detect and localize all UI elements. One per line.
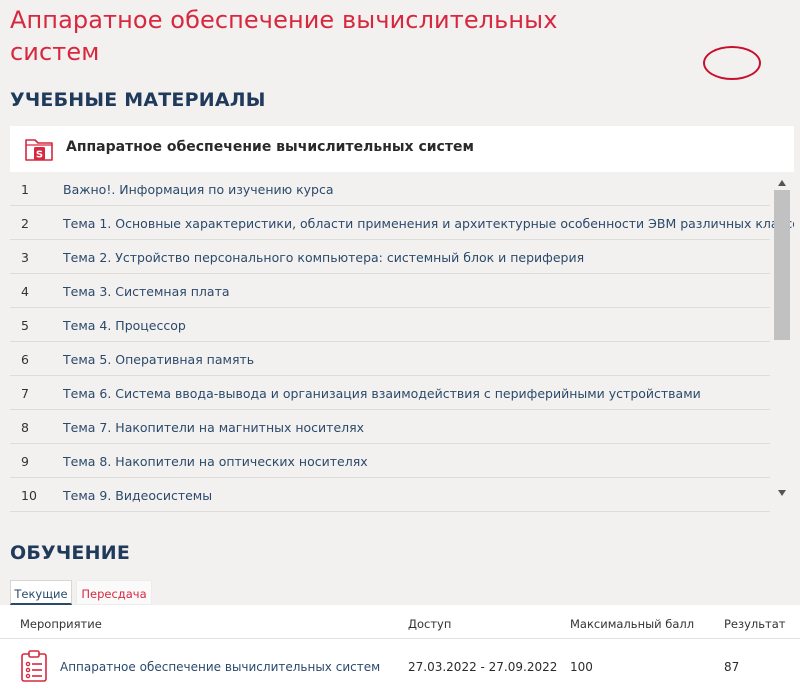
course-title: Аппаратное обеспечение вычислительных си… — [66, 139, 474, 155]
item-link[interactable]: Тема 3. Системная плата — [63, 284, 230, 299]
item-number: 3 — [21, 250, 29, 265]
event-link[interactable]: Аппаратное обеспечение вычислительных си… — [60, 660, 380, 674]
item-number: 1 — [21, 182, 29, 197]
item-number: 9 — [21, 454, 29, 469]
list-scrollbar[interactable] — [774, 172, 794, 516]
col-max-score: Максимальный балл — [570, 617, 695, 631]
page-title: Аппаратное обеспечение вычислительных си… — [10, 6, 558, 66]
item-number: 4 — [21, 284, 29, 299]
tab-current[interactable]: Текущие — [10, 580, 72, 605]
scroll-down-arrow-icon[interactable] — [778, 490, 786, 496]
item-link[interactable]: Тема 6. Система ввода-вывода и организац… — [63, 386, 701, 401]
item-number: 10 — [21, 488, 37, 503]
item-link[interactable]: Тема 9. Видеосистемы — [63, 488, 212, 503]
col-event: Мероприятие — [20, 617, 102, 631]
max-score: 100 — [570, 660, 593, 674]
item-link[interactable]: Тема 7. Накопители на магнитных носителя… — [63, 420, 364, 435]
item-link[interactable]: Тема 8. Накопители на оптических носител… — [63, 454, 368, 469]
list-item[interactable]: 7 Тема 6. Система ввода-вывода и организа… — [10, 376, 770, 410]
s-folder-icon: S — [25, 139, 53, 161]
item-link[interactable]: Тема 1. Основные характеристики, области… — [63, 216, 794, 231]
list-item[interactable]: 8 Тема 7. Накопители на магнитных носител… — [10, 410, 770, 444]
learning-heading: ОБУЧЕНИЕ — [10, 542, 130, 564]
table-row[interactable]: Аппаратное обеспечение вычислительных си… — [0, 639, 800, 689]
table-header: Мероприятие Доступ Максимальный балл Рез… — [0, 605, 800, 639]
events-table: Мероприятие Доступ Максимальный балл Рез… — [0, 605, 800, 689]
col-access: Доступ — [408, 617, 452, 631]
scroll-up-arrow-icon[interactable] — [778, 180, 786, 186]
svg-text:S: S — [36, 150, 43, 161]
list-item[interactable]: 6 Тема 5. Оперативная память — [10, 342, 770, 376]
item-number: 5 — [21, 318, 29, 333]
item-link[interactable]: Тема 5. Оперативная память — [63, 352, 254, 367]
list-item[interactable]: 10 Тема 9. Видеосистемы — [10, 478, 770, 512]
result-value: 87 — [724, 660, 740, 674]
col-result: Результат — [724, 617, 786, 631]
item-number: 6 — [21, 352, 29, 367]
access-period: 27.03.2022 - 27.09.2022 — [408, 660, 558, 674]
result-highlight-circle — [703, 46, 761, 80]
course-card[interactable]: S Аппаратное обеспечение вычислительных … — [10, 126, 794, 172]
item-link[interactable]: Важно!. Информация по изучению курса — [63, 182, 334, 197]
list-item[interactable]: 4 Тема 3. Системная плата — [10, 274, 770, 308]
item-number: 8 — [21, 420, 29, 435]
list-item[interactable]: 1 Важно!. Информация по изучению курса — [10, 172, 770, 206]
materials-heading: УЧЕБНЫЕ МАТЕРИАЛЫ — [10, 89, 266, 111]
item-link[interactable]: Тема 4. Процессор — [63, 318, 186, 333]
item-number: 2 — [21, 216, 29, 231]
list-item[interactable]: 3 Тема 2. Устройство персонального компью… — [10, 240, 770, 274]
list-item[interactable]: 5 Тема 4. Процессор — [10, 308, 770, 342]
list-item[interactable]: 9 Тема 8. Накопители на оптических носите… — [10, 444, 770, 478]
scrollbar-thumb[interactable] — [774, 190, 790, 340]
list-item[interactable]: 2 Тема 1. Основные характеристики, област… — [10, 206, 794, 240]
tab-retake[interactable]: Пересдача — [76, 580, 152, 605]
item-number: 7 — [21, 386, 29, 401]
item-link[interactable]: Тема 2. Устройство персонального компьют… — [63, 250, 584, 265]
clipboard-list-icon — [21, 650, 47, 682]
materials-list[interactable]: 1 Важно!. Информация по изучению курса 2 Т… — [10, 172, 794, 516]
